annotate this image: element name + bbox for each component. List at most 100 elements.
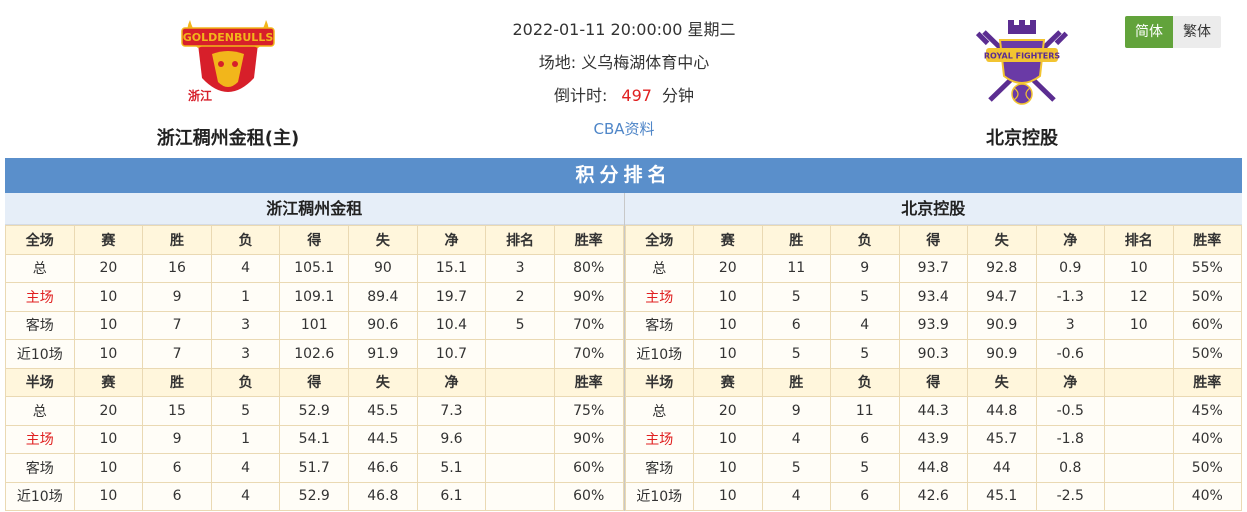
table-cell: 52.9 xyxy=(279,481,350,511)
table-cell: 11 xyxy=(761,253,831,283)
table-row: 主场 10 9 1 109.1 89.4 19.7 2 90% xyxy=(5,282,624,312)
table-cell: 12 xyxy=(1104,282,1174,312)
column-header: 半场 xyxy=(5,367,75,397)
table-cell: -1.8 xyxy=(1035,424,1105,454)
table-cell: 90.3 xyxy=(898,339,968,369)
royal-fighters-logo-icon[interactable]: ROYAL FIGHTERS xyxy=(962,14,1082,110)
table-cell: 20 xyxy=(693,396,763,426)
table-cell: 44.8 xyxy=(898,453,968,483)
table-cell: 近10场 xyxy=(624,481,694,511)
table-cell: 20 xyxy=(73,396,144,426)
table-cell: 44.5 xyxy=(348,424,418,454)
table-row: 近10场 10 4 6 42.6 45.1 -2.5 40% xyxy=(624,481,1242,511)
table-cell: 10 xyxy=(693,282,763,312)
table-cell: 10 xyxy=(693,310,763,340)
column-header: 负 xyxy=(830,367,900,397)
table-cell: 总 xyxy=(624,396,694,426)
table-row: 近10场 10 7 3 102.6 91.9 10.7 70% xyxy=(5,339,624,369)
column-header: 半场 xyxy=(624,367,694,397)
table-cell: 6 xyxy=(830,481,900,511)
away-standings-panel: 北京控股 全场赛胜负得失净排名 胜率总 20 11 9 93.7 92.8 0.9 10 55% 主场… xyxy=(623,193,1243,511)
table-cell: 客场 xyxy=(5,310,75,340)
table-cell: 3 xyxy=(210,339,281,369)
column-header: 失 xyxy=(967,225,1037,255)
table-cell: 91.9 xyxy=(348,339,418,369)
table-cell: 6 xyxy=(830,424,900,454)
table-cell: 2 xyxy=(485,282,555,312)
full-game-header-row: 全场赛胜负得失净排名 胜率 xyxy=(5,225,624,255)
cba-info-link[interactable]: CBA资料 xyxy=(593,120,654,138)
table-cell: 94.7 xyxy=(967,282,1037,312)
table-cell: 44 xyxy=(967,453,1037,483)
table-cell xyxy=(485,424,555,454)
table-cell: 4 xyxy=(830,310,900,340)
table-cell: 6 xyxy=(142,453,212,483)
table-cell: 1 xyxy=(210,424,281,454)
table-cell: 6 xyxy=(142,481,212,511)
table-row: 总 20 15 5 52.9 45.5 7.3 75% xyxy=(5,396,624,426)
table-cell: 6.1 xyxy=(416,481,487,511)
table-cell: 4 xyxy=(210,453,281,483)
table-cell: 10 xyxy=(693,339,763,369)
table-cell: 15 xyxy=(142,396,212,426)
table-row: 总 20 9 11 44.3 44.8 -0.5 45% xyxy=(624,396,1242,426)
column-header: 失 xyxy=(348,225,418,255)
table-cell: 90.6 xyxy=(348,310,418,340)
column-header: 净 xyxy=(1035,225,1105,255)
table-cell: 44.8 xyxy=(967,396,1037,426)
table-cell: 93.7 xyxy=(898,253,968,283)
table-cell: 5 xyxy=(210,396,281,426)
venue-label: 场地: xyxy=(538,53,577,72)
away-standings-table: 全场赛胜负得失净排名 胜率总 20 11 9 93.7 92.8 0.9 10 55% 主场 10 5 5… xyxy=(624,225,1243,511)
svg-text:浙江: 浙江 xyxy=(188,88,212,103)
table-cell: 46.6 xyxy=(348,453,418,483)
table-cell: 51.7 xyxy=(279,453,350,483)
table-row: 近10场 10 6 4 52.9 46.8 6.1 60% xyxy=(5,481,624,511)
column-header: 胜率 xyxy=(1172,225,1242,255)
table-cell: 总 xyxy=(5,396,75,426)
table-row: 客场 10 7 3 101 90.6 10.4 5 70% xyxy=(5,310,624,340)
column-header: 胜 xyxy=(142,225,212,255)
table-cell: 6 xyxy=(761,310,831,340)
cba-info-link-row: CBA资料 xyxy=(474,115,774,148)
column-header: 胜 xyxy=(761,225,831,255)
table-cell: 0.9 xyxy=(1035,253,1105,283)
table-cell: 9 xyxy=(142,424,212,454)
table-cell: 90.9 xyxy=(967,339,1037,369)
table-cell: 10 xyxy=(73,310,144,340)
table-cell: 10 xyxy=(1104,253,1174,283)
table-cell xyxy=(485,481,555,511)
home-standings-table: 全场赛胜负得失净排名 胜率总 20 16 4 105.1 90 15.1 3 80% 主场 10 9 1 1… xyxy=(5,225,624,511)
table-cell: 10 xyxy=(73,481,144,511)
match-info: 2022-01-11 20:00:00 星期二 场地: 义乌梅湖体育中心 倒计时… xyxy=(474,16,774,148)
table-cell: 3 xyxy=(485,253,555,283)
table-row: 客场 10 6 4 51.7 46.6 5.1 60% xyxy=(5,453,624,483)
table-cell: 总 xyxy=(624,253,694,283)
column-header: 赛 xyxy=(693,367,763,397)
table-cell: 10 xyxy=(693,453,763,483)
simplified-chinese-button[interactable]: 简体 xyxy=(1125,16,1173,48)
away-standings-team-name: 北京控股 xyxy=(624,193,1242,225)
table-cell: 10 xyxy=(1104,310,1174,340)
golden-bulls-logo-icon[interactable]: GOLDENBULLS 浙江 xyxy=(168,14,288,110)
table-cell xyxy=(485,396,555,426)
table-cell: 89.4 xyxy=(348,282,418,312)
table-cell: 10.7 xyxy=(416,339,487,369)
away-team-name[interactable]: 北京控股 xyxy=(922,124,1122,150)
half-game-header-row: 半场赛胜负得失净 胜率 xyxy=(5,367,624,397)
table-cell: 3 xyxy=(1035,310,1105,340)
table-cell: 15.1 xyxy=(416,253,487,283)
table-cell: 93.4 xyxy=(898,282,968,312)
table-cell: 近10场 xyxy=(624,339,694,369)
table-cell: 客场 xyxy=(5,453,75,483)
table-cell: 5 xyxy=(761,282,831,312)
home-standings-panel: 浙江稠州金租 全场赛胜负得失净排名 胜率总 20 16 4 105.1 90 15.1 3 80% 主… xyxy=(5,193,624,511)
table-cell: 4 xyxy=(210,253,281,283)
table-cell: 5 xyxy=(485,310,555,340)
table-cell xyxy=(485,339,555,369)
column-header: 失 xyxy=(967,367,1037,397)
home-team-name[interactable]: 浙江稠州金租(主) xyxy=(128,124,328,150)
table-cell: 45.5 xyxy=(348,396,418,426)
column-header: 赛 xyxy=(73,367,144,397)
traditional-chinese-button[interactable]: 繁体 xyxy=(1173,16,1221,48)
